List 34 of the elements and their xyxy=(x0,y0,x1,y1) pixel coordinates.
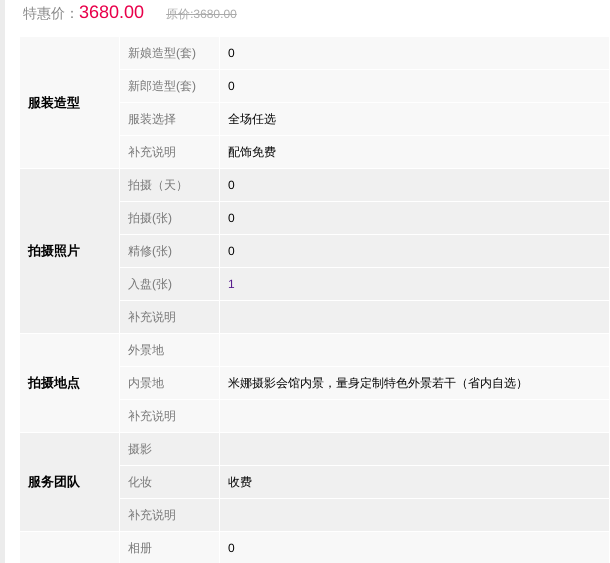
group-title: 拍摄照片 xyxy=(28,243,80,258)
field-value: 米娜摄影会馆内景，量身定制特色外景若干（省内自选） xyxy=(228,376,528,390)
field-label: 相册 xyxy=(128,540,152,554)
sale-price: 3680.00 xyxy=(79,2,144,23)
field-label: 拍摄（天） xyxy=(128,178,188,192)
field-label: 拍摄(张) xyxy=(128,210,172,224)
field-value: 全场任选 xyxy=(228,112,276,126)
original-price: 原价:3680.00 xyxy=(166,6,237,23)
field-value: 0 xyxy=(228,178,235,192)
field-value: 0 xyxy=(228,244,235,258)
group-title: 拍摄地点 xyxy=(28,375,80,390)
field-label: 内景地 xyxy=(128,376,164,390)
field-label: 补充说明 xyxy=(128,508,176,522)
field-value: 0 xyxy=(228,46,235,60)
field-label: 精修(张) xyxy=(128,244,172,258)
field-label: 服装选择 xyxy=(128,112,176,126)
field-value: 0 xyxy=(228,79,235,93)
field-value: 配饰免费 xyxy=(228,144,276,158)
field-value: 0 xyxy=(228,211,235,225)
value-link[interactable]: 1 xyxy=(228,277,235,291)
group-title: 服务团队 xyxy=(28,474,80,489)
field-label: 新郎造型(套) xyxy=(128,78,196,92)
field-value: 0 xyxy=(228,541,235,555)
price-label: 特惠价： xyxy=(23,5,79,23)
field-label: 补充说明 xyxy=(128,310,176,324)
field-label: 外景地 xyxy=(128,342,164,356)
group-title: 服装造型 xyxy=(28,94,80,110)
field-label: 新娘造型(套) xyxy=(128,46,196,60)
field-label: 化妆 xyxy=(128,474,152,488)
field-label: 补充说明 xyxy=(128,144,176,158)
field-label: 补充说明 xyxy=(128,408,176,422)
field-label: 入盘(张) xyxy=(128,276,172,290)
field-value: 收费 xyxy=(228,474,252,488)
field-label: 摄影 xyxy=(128,442,152,456)
